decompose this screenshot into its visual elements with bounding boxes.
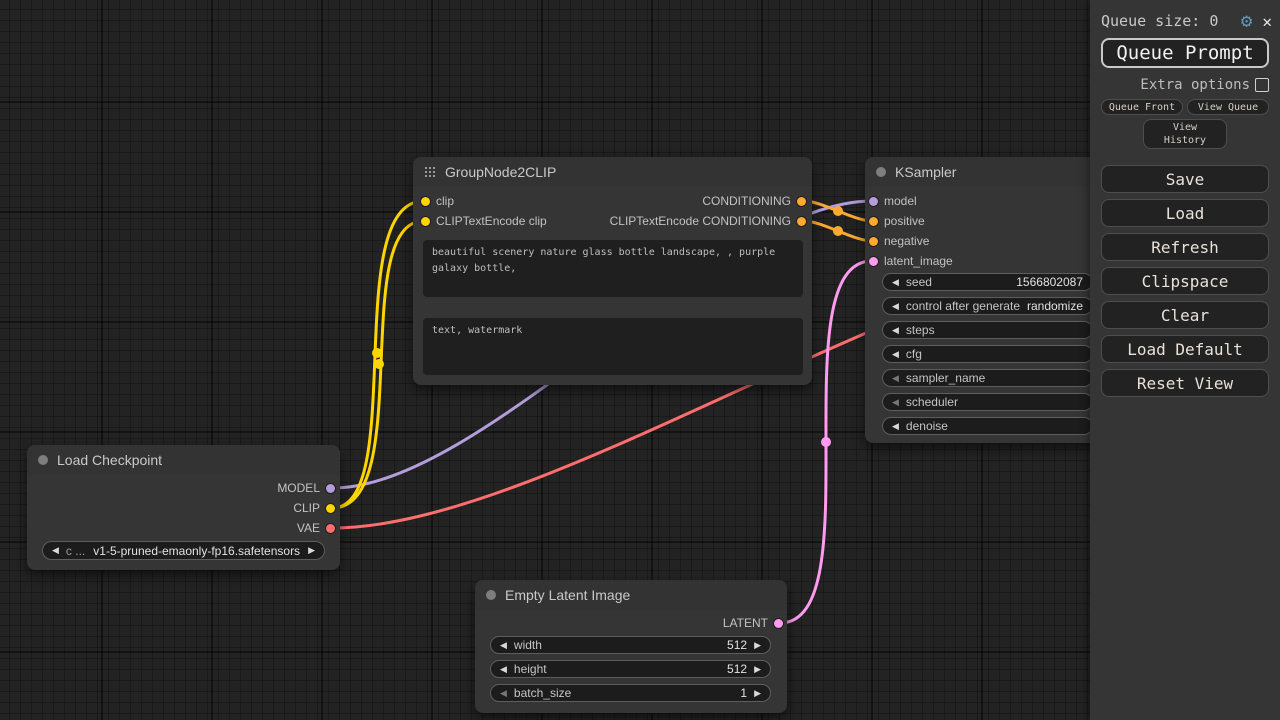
input-slot-label: negative [884,234,929,248]
link-midpoint-dot [833,206,843,216]
widget-denoise[interactable]: ◀ denoise [882,417,1093,435]
input-slot-model[interactable] [869,197,878,206]
decrement-arrow-icon[interactable]: ◀ [500,641,507,650]
widget-batch-size[interactable]: ◀ batch_size 1 ▶ [490,684,771,702]
node-title: Empty Latent Image [505,587,630,603]
output-slot-label: VAE [297,521,320,535]
refresh-button[interactable]: Refresh [1101,233,1269,261]
increment-arrow-icon[interactable]: ▶ [754,641,761,650]
output-slot-label: CLIP [293,501,320,515]
widget-seed[interactable]: ◀ seed 1566802087 [882,273,1093,291]
decrement-arrow-icon[interactable]: ◀ [892,278,899,287]
link-midpoint-dot [372,348,382,358]
output-slot-conditioning[interactable] [797,197,806,206]
input-slot-positive[interactable] [869,217,878,226]
output-slot-label: CLIPTextEncode CONDITIONING [610,214,791,228]
widget-label: c ... [66,544,85,558]
decrement-arrow-icon[interactable]: ◀ [500,665,507,674]
clipspace-button[interactable]: Clipspace [1101,267,1269,295]
node-title-bar[interactable]: KSampler [865,157,1105,187]
previous-option-arrow-icon[interactable]: ◀ [52,546,59,555]
clear-button[interactable]: Clear [1101,301,1269,329]
node-title: GroupNode2CLIP [445,164,556,180]
input-slot-label: latent_image [884,254,953,268]
input-slot-label: positive [884,214,925,228]
close-icon[interactable]: ✕ [1262,12,1272,31]
link-midpoint-dot [821,437,831,447]
widget-height[interactable]: ◀ height 512 ▶ [490,660,771,678]
link-midpoint-dot [374,359,384,369]
widget-ckpt-name[interactable]: ◀ c ... v1-5-pruned-emaonly-fp16.safeten… [42,541,325,560]
node-empty-latent-image[interactable]: Empty Latent Image LATENT ◀ width 512 ▶ … [475,580,787,713]
queue-size-label: Queue size: 0 [1101,12,1218,30]
load-button[interactable]: Load [1101,199,1269,227]
decrement-arrow-icon[interactable]: ◀ [892,374,899,383]
node-title-bar[interactable]: Empty Latent Image [475,580,787,610]
settings-gear-icon[interactable]: ⚙ [1241,10,1252,32]
negative-prompt-textarea[interactable]: text, watermark [423,318,803,375]
node-title: Load Checkpoint [57,452,162,468]
output-slot-clip[interactable] [326,504,335,513]
collapse-dot-icon[interactable] [876,167,886,177]
node-title-bar[interactable]: GroupNode2CLIP [413,157,812,187]
widget-sampler-name[interactable]: ◀ sampler_name [882,369,1093,387]
node-title-bar[interactable]: Load Checkpoint [27,445,340,475]
input-slot-negative[interactable] [869,237,878,246]
output-slot-label: MODEL [277,481,320,495]
node-ksampler[interactable]: KSampler model positive negative latent_… [865,157,1105,443]
output-slot-label: CONDITIONING [702,194,791,208]
widget-value: v1-5-pruned-emaonly-fp16.safetensors [92,544,301,558]
queue-prompt-button[interactable]: Queue Prompt [1101,38,1269,68]
widget-width[interactable]: ◀ width 512 ▶ [490,636,771,654]
increment-arrow-icon[interactable]: ▶ [754,665,761,674]
view-history-button[interactable]: View History [1143,119,1227,149]
output-slot-label: LATENT [723,616,768,630]
output-slot-cliptextencode-conditioning[interactable] [797,217,806,226]
collapse-dot-icon[interactable] [486,590,496,600]
output-slot-latent[interactable] [774,619,783,628]
decrement-arrow-icon[interactable]: ◀ [892,326,899,335]
widget-control-after-generate[interactable]: ◀ control after generate randomize [882,297,1093,315]
input-slot-label: model [884,194,917,208]
reset-view-button[interactable]: Reset View [1101,369,1269,397]
input-slot-latent-image[interactable] [869,257,878,266]
group-node-icon [424,166,436,178]
queue-front-button[interactable]: Queue Front [1101,99,1183,115]
comfyui-menu-panel: Queue size: 0 ⚙ ✕ Queue Prompt Extra opt… [1090,0,1280,720]
node-title: KSampler [895,164,956,180]
widget-scheduler[interactable]: ◀ scheduler [882,393,1093,411]
positive-prompt-textarea[interactable]: beautiful scenery nature glass bottle la… [423,240,803,297]
node-groupnode2clip[interactable]: GroupNode2CLIP clip CLIPTextEncode clip … [413,157,812,385]
decrement-arrow-icon[interactable]: ◀ [892,398,899,407]
decrement-arrow-icon[interactable]: ◀ [892,350,899,359]
load-default-button[interactable]: Load Default [1101,335,1269,363]
increment-arrow-icon[interactable]: ▶ [754,689,761,698]
node-load-checkpoint[interactable]: Load Checkpoint MODEL CLIP VAE ◀ c ... v… [27,445,340,570]
input-slot-cliptextencode-clip[interactable] [421,217,430,226]
decrement-arrow-icon[interactable]: ◀ [500,689,507,698]
extra-options-checkbox[interactable] [1255,78,1269,92]
next-option-arrow-icon[interactable]: ▶ [308,546,315,555]
widget-steps[interactable]: ◀ steps [882,321,1093,339]
decrement-arrow-icon[interactable]: ◀ [892,422,899,431]
widget-cfg[interactable]: ◀ cfg [882,345,1093,363]
decrement-arrow-icon[interactable]: ◀ [892,302,899,311]
view-queue-button[interactable]: View Queue [1187,99,1269,115]
input-slot-label: clip [436,194,454,208]
extra-options-label: Extra options [1140,77,1250,93]
save-button[interactable]: Save [1101,165,1269,193]
link-midpoint-dot [833,226,843,236]
output-slot-model[interactable] [326,484,335,493]
output-slot-vae[interactable] [326,524,335,533]
collapse-dot-icon[interactable] [38,455,48,465]
input-slot-label: CLIPTextEncode clip [436,214,547,228]
input-slot-clip[interactable] [421,197,430,206]
